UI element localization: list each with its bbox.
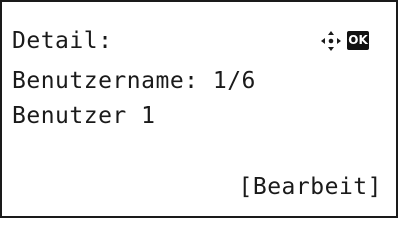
username-index-line: Benutzername: 1/6	[12, 68, 256, 94]
screen-title: Detail:	[12, 28, 113, 54]
username-value-line: Benutzer 1	[12, 103, 156, 129]
edit-softkey[interactable]: [Bearbeit]	[239, 172, 382, 202]
four-way-arrow-icon	[321, 31, 341, 51]
lcd-panel: Detail: OK Benutzername: 1/6 Benutzer 1 …	[0, 0, 398, 218]
ok-icon: OK	[347, 31, 369, 50]
